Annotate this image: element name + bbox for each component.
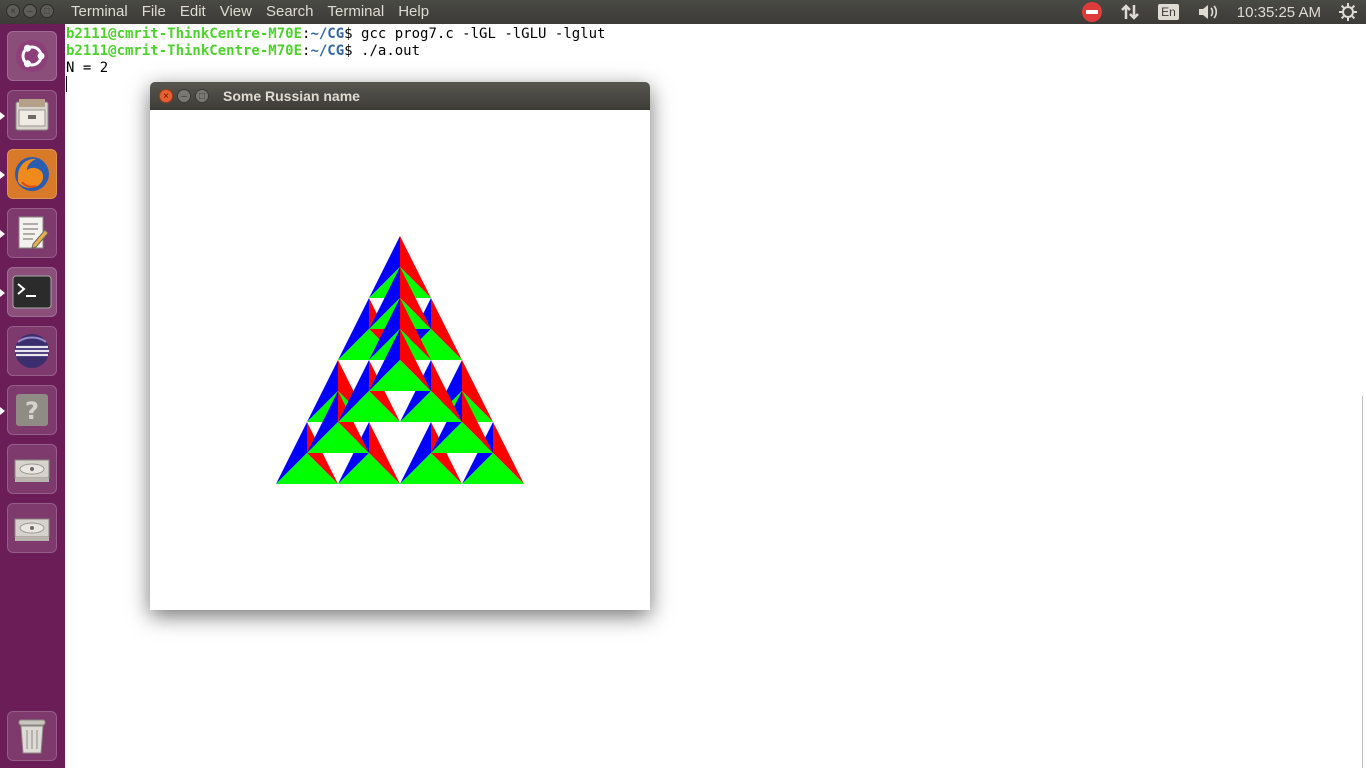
prompt-path: ~/CG bbox=[310, 26, 345, 42]
menu-help[interactable]: Help bbox=[398, 3, 429, 20]
program-output: N = 2 bbox=[66, 60, 109, 76]
indicator-area: En 10:35:25 AM bbox=[1073, 0, 1366, 24]
text-cursor bbox=[66, 76, 67, 92]
window-title: Some Russian name bbox=[223, 88, 360, 104]
top-panel: × – □ Terminal File Edit View Search Ter… bbox=[0, 0, 1366, 24]
drive-icon[interactable] bbox=[7, 444, 57, 494]
gl-canvas[interactable] bbox=[150, 110, 650, 610]
running-indicator bbox=[0, 230, 5, 238]
eclipse-icon[interactable] bbox=[7, 326, 57, 376]
language-label: En bbox=[1158, 4, 1179, 20]
window-controls: × – □ bbox=[6, 4, 54, 18]
terminal-line: b2111@cmrit-ThinkCentre-M70E:~/CG$ gcc p… bbox=[66, 26, 605, 43]
prompt-symbol: $ bbox=[344, 43, 362, 59]
keyboard-layout-indicator[interactable]: En bbox=[1158, 4, 1179, 20]
running-indicator bbox=[0, 112, 5, 120]
close-button[interactable]: × bbox=[159, 89, 173, 103]
maximize-window-button[interactable]: □ bbox=[40, 4, 54, 18]
command-text: gcc prog7.c -lGL -lGLU -lglut bbox=[361, 26, 606, 42]
prompt-path: ~/CG bbox=[310, 43, 345, 59]
menu-bar: Terminal File Edit View Search Terminal … bbox=[71, 3, 443, 20]
no-network-icon[interactable] bbox=[1082, 2, 1103, 22]
prompt-user: b2111@cmrit-ThinkCentre-M70E bbox=[66, 26, 303, 42]
volume-icon[interactable] bbox=[1197, 3, 1219, 21]
drive-icon[interactable] bbox=[7, 503, 57, 553]
running-indicator bbox=[0, 407, 5, 415]
trash-icon[interactable] bbox=[7, 711, 57, 761]
network-arrows-icon[interactable] bbox=[1120, 2, 1140, 22]
clock[interactable]: 10:35:25 AM bbox=[1237, 4, 1321, 21]
glut-window[interactable]: × – □ Some Russian name bbox=[150, 82, 650, 610]
help-icon[interactable]: ? bbox=[7, 385, 57, 435]
launcher: ? bbox=[0, 24, 65, 768]
terminal-line: b2111@cmrit-ThinkCentre-M70E:~/CG$ ./a.o… bbox=[66, 43, 420, 60]
sierpinski-gasket bbox=[276, 236, 524, 484]
prompt-user: b2111@cmrit-ThinkCentre-M70E bbox=[66, 43, 303, 59]
scrollbar[interactable] bbox=[1362, 396, 1363, 768]
menu-search[interactable]: Search bbox=[266, 3, 314, 20]
minimize-window-button[interactable]: – bbox=[23, 4, 37, 18]
terminal-icon[interactable] bbox=[7, 267, 57, 317]
gear-icon[interactable] bbox=[1339, 3, 1357, 21]
running-indicator bbox=[0, 171, 5, 179]
ubuntu-dash-icon[interactable] bbox=[7, 31, 57, 81]
command-text: ./a.out bbox=[361, 43, 421, 59]
minimize-button[interactable]: – bbox=[177, 89, 191, 103]
close-window-button[interactable]: × bbox=[6, 4, 20, 18]
svg-text:?: ? bbox=[25, 397, 39, 425]
prompt-symbol: $ bbox=[344, 26, 362, 42]
maximize-button[interactable]: □ bbox=[195, 89, 209, 103]
menu-file[interactable]: File bbox=[142, 3, 166, 20]
menu-terminal[interactable]: Terminal bbox=[71, 3, 128, 20]
menu-edit[interactable]: Edit bbox=[180, 3, 206, 20]
firefox-icon[interactable] bbox=[7, 149, 57, 199]
text-editor-icon[interactable] bbox=[7, 208, 57, 258]
window-titlebar[interactable]: × – □ Some Russian name bbox=[150, 82, 650, 110]
menu-view[interactable]: View bbox=[220, 3, 252, 20]
files-icon[interactable] bbox=[7, 90, 57, 140]
running-indicator bbox=[0, 289, 5, 297]
menu-terminal-2[interactable]: Terminal bbox=[328, 3, 385, 20]
